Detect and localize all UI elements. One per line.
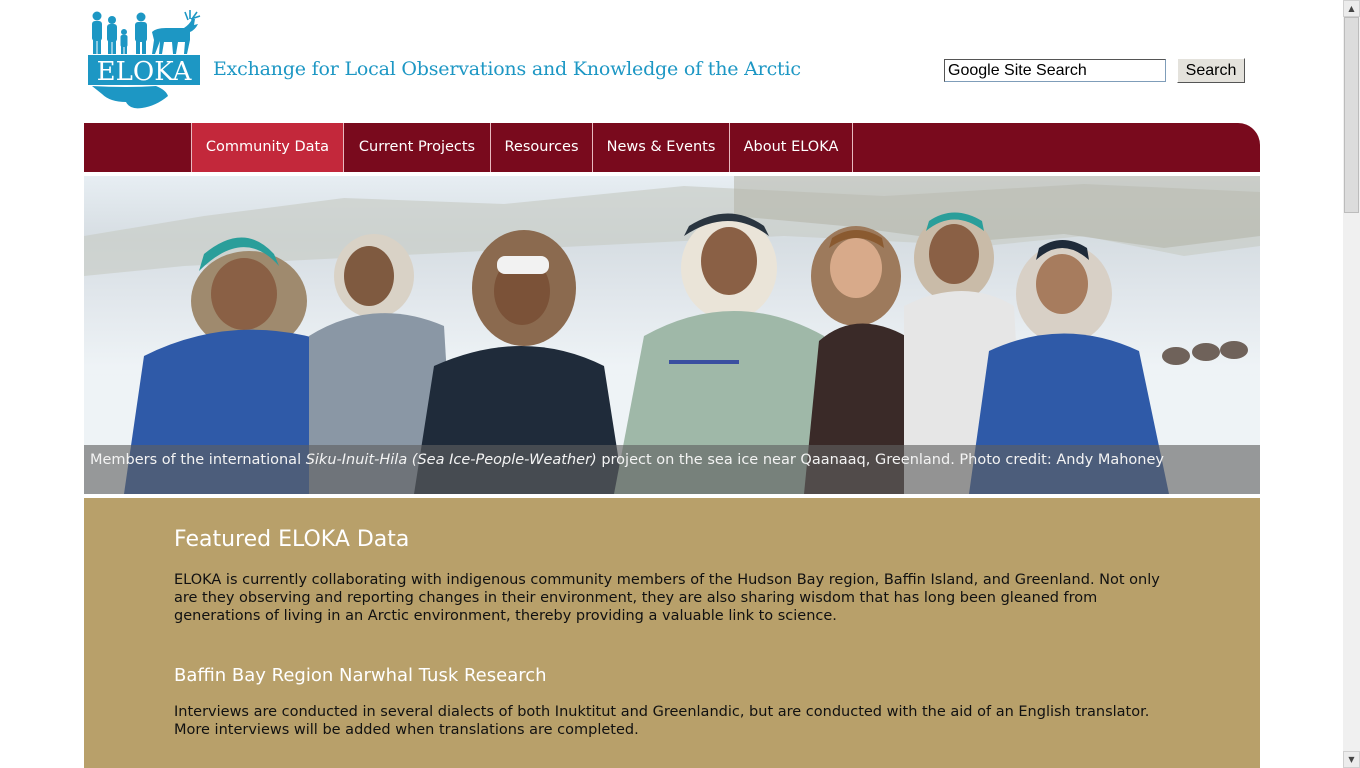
site-logo[interactable]: ELOKA — [86, 10, 204, 110]
site-tagline: Exchange for Local Observations and Know… — [213, 58, 801, 80]
nav-resources[interactable]: Resources — [490, 123, 592, 172]
scroll-down-arrow-icon[interactable]: ▼ — [1343, 751, 1360, 768]
narwhal-section-text: Interviews are conducted in several dial… — [174, 704, 1150, 738]
caption-project-name: Siku-Inuit-Hila (Sea Ice-People-Weather) — [305, 452, 597, 468]
hero-caption: Members of the international Siku-Inuit-… — [90, 452, 1164, 468]
site-search-input[interactable] — [944, 59, 1166, 82]
caption-text-end: project on the sea ice near Qaanaaq, Gre… — [596, 452, 1164, 468]
caption-text-start: Members of the international — [90, 452, 306, 468]
nav-about-eloka[interactable]: About ELOKA — [729, 123, 852, 172]
page-scrollbar[interactable]: ▲ ▼ — [1343, 0, 1360, 768]
nav-current-projects[interactable]: Current Projects — [343, 123, 490, 172]
search-button[interactable]: Search — [1177, 58, 1245, 83]
featured-title: Featured ELOKA Data — [174, 527, 410, 552]
nav-community-data[interactable]: Community Data — [191, 123, 343, 172]
scroll-up-arrow-icon[interactable]: ▲ — [1343, 0, 1360, 17]
nav-divider — [852, 123, 853, 172]
narwhal-section-title[interactable]: Baffin Bay Region Narwhal Tusk Research — [174, 665, 547, 686]
logo-wordmark: ELOKA — [97, 57, 193, 87]
featured-intro: ELOKA is currently collaborating with in… — [174, 572, 1160, 624]
eloka-logo-icon: ELOKA — [88, 10, 201, 109]
main-navigation: Community Data Current Projects Resource… — [84, 123, 1260, 172]
nav-news-events[interactable]: News & Events — [592, 123, 729, 172]
scrollbar-thumb[interactable] — [1344, 17, 1359, 213]
